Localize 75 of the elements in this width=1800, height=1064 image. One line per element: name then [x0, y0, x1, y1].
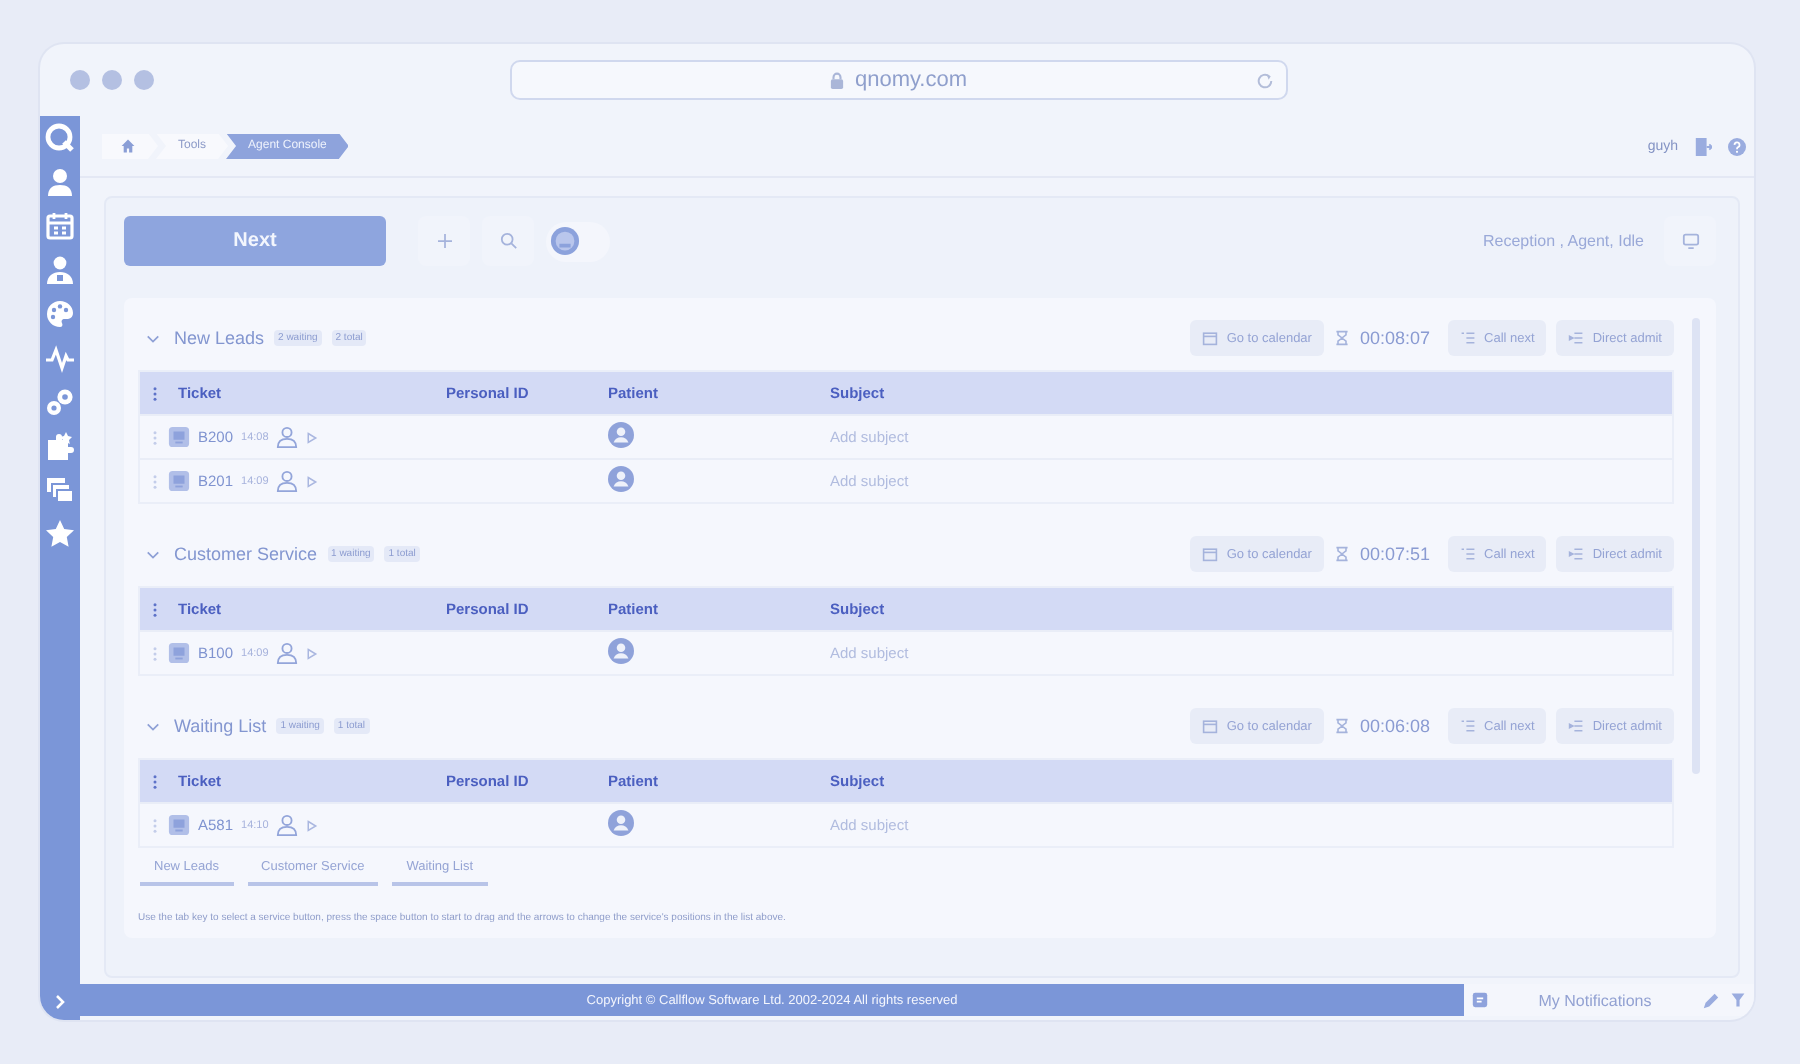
- hourglass-icon: [1333, 330, 1350, 346]
- star-icon[interactable]: [44, 518, 76, 550]
- logout-door-icon[interactable]: [1694, 135, 1712, 157]
- search-icon: [499, 232, 517, 250]
- person-outline-icon[interactable]: [276, 470, 299, 492]
- play-icon[interactable]: [306, 647, 319, 659]
- list-arrow-icon: [1568, 546, 1585, 562]
- play-icon[interactable]: [306, 431, 319, 443]
- calendar-icon[interactable]: [44, 210, 76, 242]
- list-arrow-icon: [1568, 718, 1585, 734]
- play-icon[interactable]: [306, 475, 319, 487]
- hourglass-icon: [1333, 718, 1350, 734]
- notifications-label[interactable]: My Notifications: [1498, 991, 1692, 1009]
- user-badge-icon[interactable]: [44, 254, 76, 286]
- list-icon: [1460, 330, 1477, 346]
- pencil-icon[interactable]: [1702, 991, 1720, 1009]
- pulse-icon[interactable]: [44, 342, 76, 374]
- drag-handle-icon[interactable]: [152, 429, 158, 445]
- window-dot[interactable]: [134, 70, 154, 90]
- hourglass-icon: [1333, 546, 1350, 562]
- logo-icon[interactable]: [44, 122, 76, 154]
- avatar-icon: [608, 422, 634, 448]
- next-button[interactable]: Next: [124, 216, 386, 266]
- list-icon: [1460, 546, 1477, 562]
- reload-icon[interactable]: [1256, 71, 1274, 89]
- palette-icon[interactable]: [44, 298, 76, 330]
- help-icon[interactable]: [1728, 137, 1746, 155]
- kiosk-icon: [168, 470, 190, 492]
- avatar-icon: [608, 810, 634, 836]
- drag-handle-icon[interactable]: [152, 773, 158, 789]
- puzzle-icon[interactable]: [44, 430, 76, 462]
- windows-icon[interactable]: [44, 474, 76, 506]
- drag-handle-icon[interactable]: [152, 473, 158, 489]
- wait-timer: 00:06:08: [1359, 716, 1431, 736]
- drag-handle-icon[interactable]: [152, 817, 158, 833]
- monitor-icon: [1681, 232, 1699, 250]
- plus-icon: [437, 234, 451, 248]
- section-title: Waiting List: [174, 716, 267, 736]
- window-dot[interactable]: [70, 70, 90, 90]
- avatar-icon: [550, 226, 580, 256]
- drag-handle-icon[interactable]: [152, 601, 158, 617]
- person-outline-icon[interactable]: [276, 426, 299, 448]
- calendar-icon: [1202, 718, 1219, 734]
- chevron-right-icon[interactable]: [52, 994, 68, 1010]
- wait-timer: 00:07:51: [1359, 544, 1431, 564]
- kiosk-icon: [168, 814, 190, 836]
- agent-status: Reception , Agent, Idle: [1483, 232, 1644, 250]
- chevron-down-icon[interactable]: [146, 331, 160, 345]
- avatar-icon: [608, 638, 634, 664]
- drag-handle-icon[interactable]: [152, 645, 158, 661]
- section-title: Customer Service: [174, 544, 318, 564]
- home-icon: [120, 138, 136, 154]
- list-icon: [1460, 718, 1477, 734]
- filter-icon[interactable]: [1730, 992, 1746, 1008]
- home-crumb[interactable]: [102, 133, 158, 159]
- list-arrow-icon: [1568, 330, 1585, 346]
- lock-icon: [830, 71, 845, 89]
- drag-handle-icon[interactable]: [152, 385, 158, 401]
- person-outline-icon[interactable]: [276, 814, 299, 836]
- section-title: New Leads: [174, 328, 265, 348]
- kiosk-icon: [168, 426, 190, 448]
- person-icon[interactable]: [44, 166, 76, 198]
- calendar-icon: [1202, 330, 1219, 346]
- kiosk-icon: [168, 642, 190, 664]
- window-dot[interactable]: [102, 70, 122, 90]
- toggle-switch[interactable]: [546, 221, 610, 261]
- message-icon: [1472, 992, 1488, 1008]
- person-outline-icon[interactable]: [276, 642, 299, 664]
- calendar-icon: [1202, 546, 1219, 562]
- avatar-icon: [608, 466, 634, 492]
- address-bar[interactable]: qnomy.com: [510, 60, 1288, 100]
- chevron-down-icon[interactable]: [146, 547, 160, 561]
- chevron-down-icon[interactable]: [146, 719, 160, 733]
- wait-timer: 00:08:07: [1359, 328, 1431, 348]
- play-icon[interactable]: [306, 819, 319, 831]
